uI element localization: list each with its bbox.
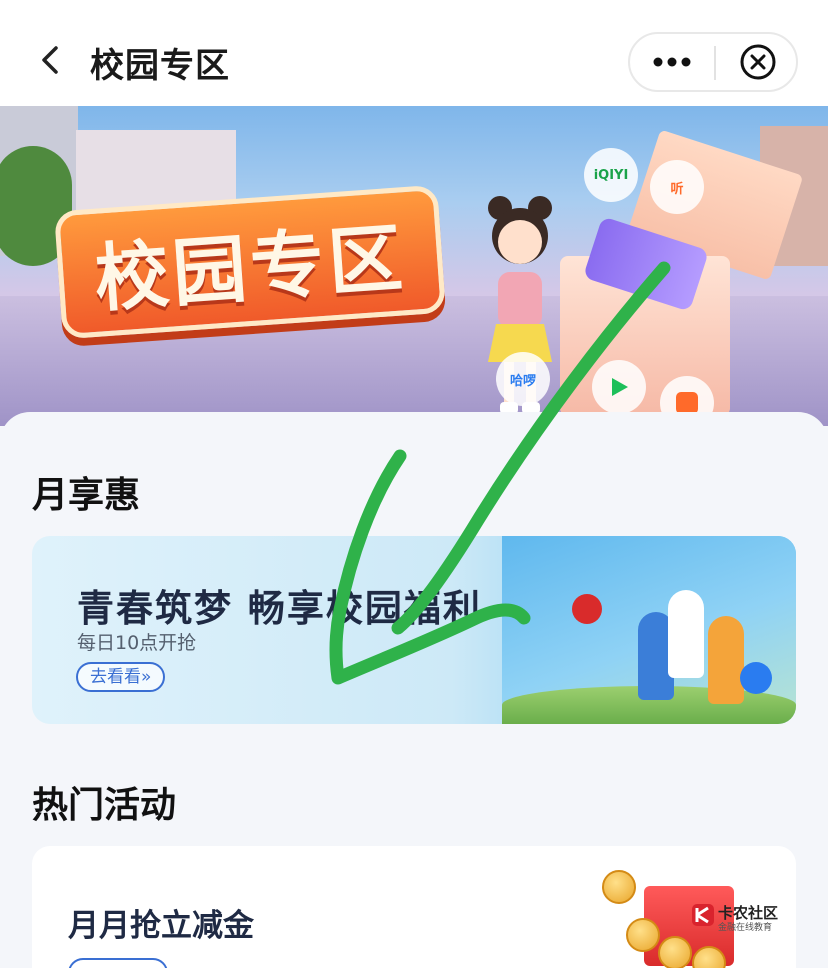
activity-view-button[interactable]: [68, 958, 168, 968]
section-title-monthly: 月享惠: [32, 475, 141, 516]
gold-coin-illustration: [626, 918, 660, 952]
watermark: 卡农社区 金融在线教育: [690, 900, 790, 936]
hello-app-icon: 哈啰: [496, 352, 550, 406]
activity-card[interactable]: 月月抢立减金: [32, 846, 796, 968]
chevron-left-icon: [42, 46, 58, 74]
promo-headline: 青春筑梦 畅享校园福利: [77, 587, 482, 630]
gold-coin-illustration: [602, 870, 636, 904]
kfc-app-icon: [572, 594, 602, 624]
hero-banner[interactable]: 校园专区 iQIYI 听 哈啰: [0, 106, 828, 426]
banner-title: 校园专区: [91, 214, 410, 323]
promo-banner-card[interactable]: 青春筑梦 畅享校园福利 每日10点开抢 去看看»: [32, 536, 796, 724]
banner-title-plate: 校园专区: [54, 184, 446, 340]
section-title-hot: 热门活动: [32, 785, 177, 826]
play-app-icon: [592, 360, 646, 414]
watermark-logo-icon: [692, 904, 714, 926]
back-button[interactable]: [32, 40, 72, 80]
more-dots-icon: [653, 57, 691, 67]
student-illustration: [668, 590, 704, 678]
iqiyi-app-icon: iQIYI: [584, 148, 638, 202]
page-title: 校园专区: [90, 46, 230, 86]
capsule-divider: [714, 46, 716, 80]
gold-coin-illustration: [658, 936, 692, 968]
student-illustration: [708, 616, 744, 704]
more-button[interactable]: [630, 34, 714, 90]
promo-view-button[interactable]: 去看看»: [76, 662, 166, 692]
mini-program-capsule: [628, 32, 798, 92]
watermark-tagline: 金融在线教育: [718, 923, 773, 933]
hello-app-icon: [740, 662, 772, 694]
promo-subtitle: 每日10点开抢: [77, 632, 197, 654]
listen-app-icon: 听: [650, 160, 704, 214]
activity-title: 月月抢立减金: [68, 908, 254, 944]
close-circle-icon: [740, 44, 776, 80]
top-bar: 校园专区: [0, 0, 828, 106]
close-button[interactable]: [718, 34, 798, 90]
